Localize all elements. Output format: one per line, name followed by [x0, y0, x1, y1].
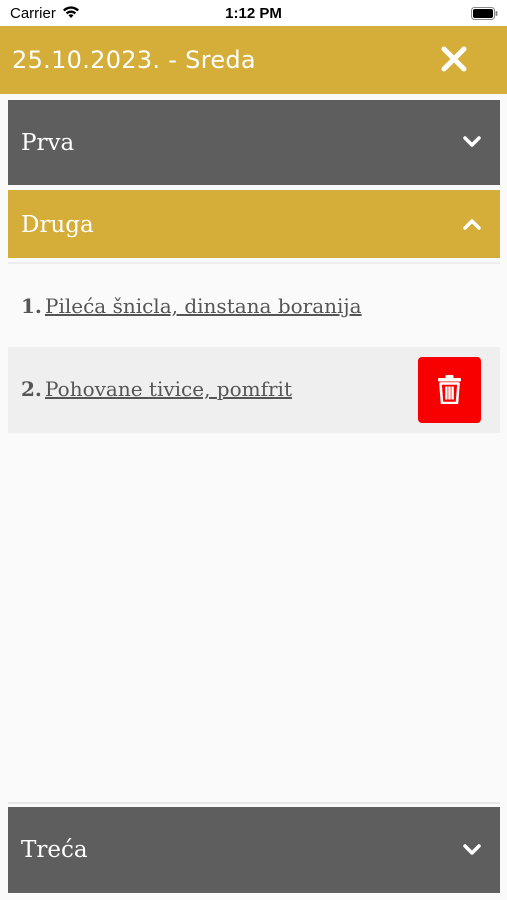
- close-button[interactable]: [439, 44, 469, 74]
- trash-icon: [438, 375, 461, 404]
- meal-number: 2.: [21, 377, 42, 401]
- list-item: 2. Pohovane tivice, pomfrit: [8, 347, 500, 433]
- status-bar: Carrier 1:12 PM: [0, 0, 507, 26]
- meal-number: 1.: [21, 294, 42, 318]
- chevron-up-icon: [463, 219, 481, 230]
- meal-link[interactable]: Pileća šnicla, dinstana boranija: [45, 294, 362, 318]
- page-title: 25.10.2023. - Sreda: [12, 46, 256, 74]
- meal-link[interactable]: Pohovane tivice, pomfrit: [45, 377, 292, 401]
- delete-button[interactable]: [418, 357, 481, 423]
- battery-icon: [471, 7, 498, 20]
- chevron-down-icon: [463, 136, 481, 147]
- section-header-druga[interactable]: Druga: [8, 190, 500, 258]
- section-label: Treća: [21, 837, 88, 863]
- section-label: Druga: [21, 212, 94, 238]
- section-header-prva[interactable]: Prva: [8, 100, 500, 185]
- chevron-down-icon: [463, 844, 481, 855]
- section-header-treca[interactable]: Treća: [8, 807, 500, 893]
- divider: [8, 802, 500, 804]
- close-icon: [441, 46, 467, 72]
- section-label: Prva: [21, 130, 75, 156]
- list-item: 1. Pileća šnicla, dinstana boranija: [8, 264, 500, 350]
- status-time: 1:12 PM: [225, 5, 282, 22]
- header-bar: 25.10.2023. - Sreda: [0, 26, 507, 94]
